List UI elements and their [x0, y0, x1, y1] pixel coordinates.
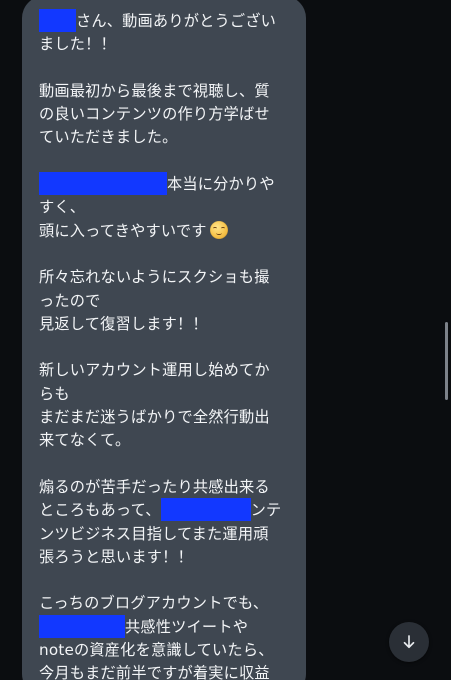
message-line: 見返して復習します！！ — [39, 313, 292, 336]
message-line: 煽るのが苦手だったり共感出来る — [39, 476, 292, 499]
message-bubble: さん、動画ありがとうございました！！ 動画最初から最後まで視聴し、質 の良いコンテン… — [22, 0, 306, 680]
message-line: noteの資産化を意識していたら、 — [39, 639, 292, 662]
message-text: noteの資産化を意識していたら、 — [39, 641, 274, 660]
message-line: らも — [39, 383, 292, 406]
message-line: 共感性ツイートや — [39, 614, 292, 639]
message-line: まだまだ迷うばかりで全然行動出 — [39, 406, 292, 429]
message-line: ンツビジネス目指してまた運用頑 — [39, 523, 292, 546]
redaction-block — [39, 614, 125, 638]
relieved-face-icon — [209, 220, 228, 239]
message-text: 共感性ツイートや — [125, 617, 249, 636]
message-line: すく、 — [39, 196, 292, 219]
message-line: ったので — [39, 290, 292, 313]
message-line: こっちのブログアカウントでも、 — [39, 592, 292, 615]
message-line: 今月もまだ前半ですが着実に収益 — [39, 662, 292, 680]
message-text: 本当に分かりや — [167, 175, 275, 194]
message-text: 新しいアカウント運用し始めてか — [39, 361, 270, 380]
message-text: 今月もまだ前半ですが着実に収益 — [39, 664, 270, 680]
redaction-block — [39, 172, 167, 196]
message-line: 新しいアカウント運用し始めてか — [39, 359, 292, 382]
scroll-to-bottom-button[interactable] — [389, 622, 429, 662]
message-line: 張ろうと思います！！ — [39, 546, 292, 569]
message-text-suffix: ンテ — [250, 501, 282, 520]
message-line: ところもあって、 ンテ — [39, 498, 292, 522]
message-text: ンツビジネス目指してまた運用頑 — [39, 524, 269, 543]
message-text: まだまだ迷うばかりで全然行動出 — [39, 408, 270, 427]
message-line: 所々忘れないようにスクショも撮 — [39, 266, 292, 289]
message-text: 張ろうと思います！！ — [39, 547, 193, 566]
arrow-down-icon — [403, 635, 415, 649]
message-text: 頭に入ってきやすいです — [39, 221, 207, 240]
message-text: らも — [39, 384, 70, 403]
message-text: さん、動画ありがとうござい — [76, 12, 277, 30]
message-text: 煽るのが苦手だったり共感出来る — [39, 477, 270, 496]
message-text: すく、 — [39, 198, 86, 217]
message-line: の良いコンテンツの作り方学ばせ — [39, 103, 292, 126]
message-text: ったので — [39, 291, 101, 310]
message-line: さん、動画ありがとうござい — [39, 9, 292, 33]
message-line: 本当に分かりや — [39, 172, 292, 196]
message-line: 頭に入ってきやすいです — [39, 220, 292, 243]
message-text: ました！！ — [39, 35, 116, 54]
message-line: ていただきました。 — [39, 126, 292, 149]
message-text: 来てなくて。 — [39, 431, 131, 450]
message-text: こっちのブログアカウントでも、 — [39, 594, 269, 613]
message-text: 動画最初から最後まで視聴し、質 — [39, 81, 270, 100]
redaction-block — [160, 498, 251, 522]
message-line: ました！！ — [39, 33, 292, 56]
chat-screen: さん、動画ありがとうございました！！ 動画最初から最後まで視聴し、質 の良いコンテン… — [0, 0, 451, 680]
message-text: の良いコンテンツの作り方学ばせ — [39, 105, 270, 124]
scrollbar-thumb[interactable] — [445, 322, 448, 400]
message-text: ていただきました。 — [39, 128, 178, 147]
message-text: 見返して復習します！！ — [39, 314, 208, 333]
redaction-block — [39, 9, 76, 32]
message-line: 来てなくて。 — [39, 429, 292, 452]
message-text: 所々忘れないようにスクショも撮 — [39, 268, 270, 287]
message-line: 動画最初から最後まで視聴し、質 — [39, 80, 292, 103]
message-text: ところもあって、 — [39, 501, 161, 520]
